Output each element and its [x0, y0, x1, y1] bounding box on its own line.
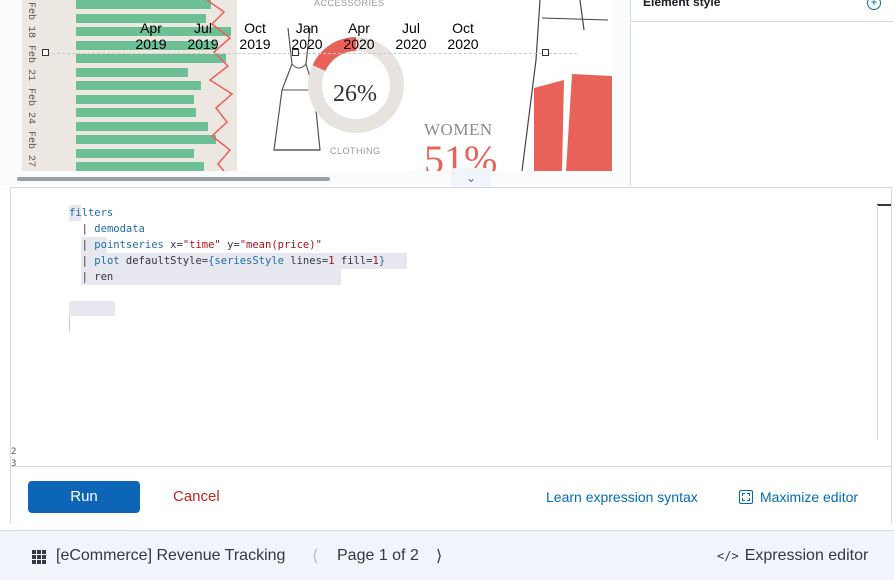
chart-x-axis-ticks: Apr 2019 Jul 2019 Oct 2019 Jan 2020 Apr 2020…: [22, 20, 613, 60]
plus-circle-icon[interactable]: +: [867, 0, 881, 10]
expression-editor: filters | demodata | pointseries x="time…: [10, 187, 892, 524]
category-label-top: ACCESSORIES: [314, 0, 385, 8]
code-line: | demodata: [69, 221, 145, 237]
bar-mark: [76, 0, 211, 9]
code-token: y=: [220, 239, 240, 251]
x-tick-label: Jul 2019: [187, 20, 219, 52]
bar-mark: [76, 121, 208, 131]
page-indicator[interactable]: Page 1 of 2: [337, 547, 419, 565]
code-token: plot: [94, 255, 120, 267]
women-value: 51%: [424, 137, 498, 171]
category-label-bottom: CLOTHING: [330, 146, 381, 156]
expression-editor-toggle[interactable]: </> Expression editor: [717, 547, 868, 565]
bar-mark: [76, 148, 194, 158]
code-token: }: [378, 255, 386, 267]
editor-footer: Run Cancel Learn expression syntax Maxim…: [11, 466, 891, 524]
canvas-preview: Feb 18 Feb 21 Feb 24 Feb 27 26% ACCESSORIES…: [0, 0, 630, 186]
code-line: | pointseries x="time" y="mean(price)": [69, 237, 322, 253]
code-editor[interactable]: filters | demodata | pointseries x="time…: [11, 188, 877, 466]
element-style-title: Element style: [643, 0, 721, 9]
selection-highlight: [69, 301, 115, 316]
selection-highlight: [81, 269, 341, 285]
maximize-icon: [739, 490, 753, 504]
sidebar-panel: Element style +: [630, 0, 894, 186]
maximize-editor-label: Maximize editor: [760, 489, 859, 505]
code-line: | ren: [69, 269, 114, 285]
code-line: filters: [69, 205, 113, 221]
bar-mark: [76, 94, 194, 104]
line-number: 2: [11, 447, 17, 457]
code-token: "mean(price)": [239, 239, 322, 251]
donut-value: 26%: [333, 81, 377, 107]
text-cursor: [69, 316, 70, 332]
grid-icon[interactable]: [32, 550, 46, 564]
collapse-editor-button[interactable]: ⌄: [451, 168, 491, 188]
selection-handle[interactable]: [42, 49, 49, 56]
chevron-down-icon: ⌄: [465, 171, 477, 185]
code-token: |: [69, 239, 95, 251]
editor-scrollbar[interactable]: [877, 205, 878, 440]
maximize-editor-button[interactable]: Maximize editor: [739, 481, 858, 513]
code-token: filters: [69, 207, 114, 219]
x-tick-label: Oct 2020: [447, 20, 479, 52]
selection-handle[interactable]: [542, 49, 549, 56]
x-tick-label: Apr 2019: [135, 20, 167, 52]
chevron-right-icon[interactable]: ⟩: [436, 546, 442, 566]
x-tick-label: Oct 2019: [239, 20, 271, 52]
workpad-page[interactable]: Feb 18 Feb 21 Feb 24 Feb 27 26% ACCESSORIES…: [22, 0, 613, 171]
date-tick-label: Feb 27: [25, 131, 36, 168]
code-token: {seriesStyle: [208, 255, 284, 267]
x-tick-label: Jul 2020: [395, 20, 427, 52]
code-line: | plot defaultStyle={seriesStyle lines=1…: [69, 253, 386, 269]
code-token: | ren: [69, 271, 114, 283]
editor-scroll-indicator: [877, 204, 891, 206]
selection-handle[interactable]: [292, 49, 299, 56]
bar-mark: [76, 135, 216, 144]
code-token: lines=: [283, 255, 329, 267]
element-style-header[interactable]: Element style +: [631, 0, 894, 22]
code-token: demodata: [94, 223, 145, 235]
code-token: |: [69, 223, 95, 235]
workpad-toolbar: [eCommerce] Revenue Tracking ⟨ Page 1 of…: [0, 530, 894, 580]
chevron-left-icon[interactable]: ⟨: [312, 546, 318, 566]
learn-expression-syntax-link[interactable]: Learn expression syntax: [546, 481, 698, 513]
canvas-horizontal-scrollbar[interactable]: [17, 177, 330, 181]
code-token: pointseries: [94, 239, 164, 251]
x-tick-label: Apr 2020: [343, 20, 375, 52]
code-token: "time": [182, 239, 221, 251]
bar-mark: [76, 162, 204, 171]
code-token: defaultStyle=: [119, 255, 209, 267]
code-token: x=: [163, 239, 183, 251]
cancel-button[interactable]: Cancel: [173, 481, 220, 513]
date-tick-label: Feb 24: [25, 88, 36, 125]
code-icon: </>: [717, 549, 739, 563]
expression-editor-label: Expression editor: [744, 547, 869, 564]
code-token: |: [69, 255, 95, 267]
x-tick-label: Jan 2020: [291, 20, 323, 52]
workpad-name[interactable]: [eCommerce] Revenue Tracking: [56, 547, 285, 565]
bar-mark: [76, 81, 201, 90]
run-button[interactable]: Run: [28, 481, 140, 513]
code-token: fill=: [334, 255, 373, 267]
selection-guide: [42, 53, 577, 54]
bar-mark: [76, 108, 196, 117]
bar-mark: [76, 67, 188, 77]
